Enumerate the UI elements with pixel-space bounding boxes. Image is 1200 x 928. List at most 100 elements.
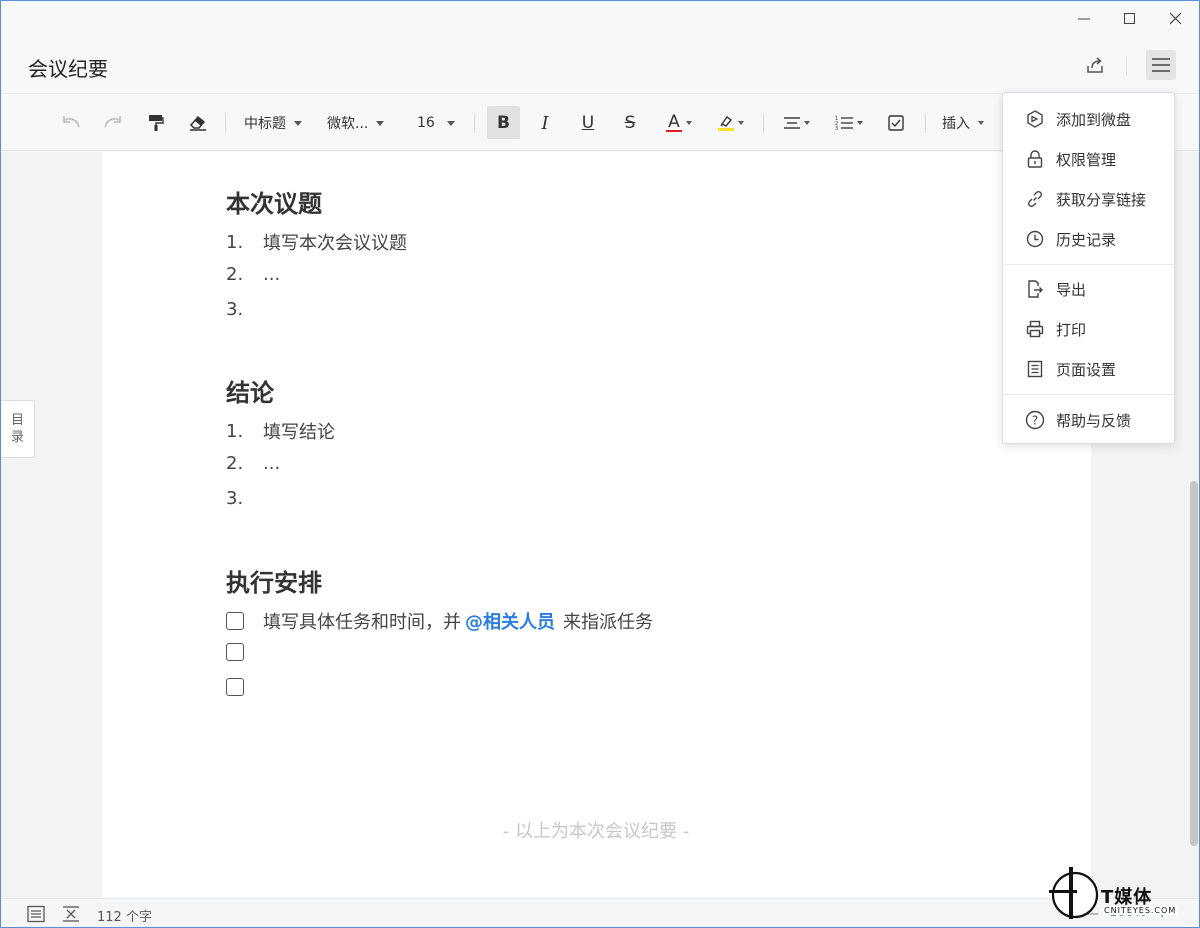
heading-style-select[interactable]: 中标题 bbox=[244, 108, 310, 138]
list-item[interactable]: 3. bbox=[226, 488, 263, 509]
menu-item-label: 帮助与反馈 bbox=[1056, 411, 1132, 430]
menu-item-history[interactable]: 历史记录 bbox=[1003, 221, 1174, 257]
menu-item-add-to-drive[interactable]: 添加到微盘 bbox=[1003, 101, 1174, 137]
task-item[interactable] bbox=[226, 643, 263, 661]
clear-format-button[interactable] bbox=[184, 108, 212, 138]
list-item[interactable]: 3. bbox=[226, 299, 263, 320]
page-width-icon[interactable] bbox=[62, 905, 80, 923]
chevron-down-icon bbox=[446, 120, 455, 126]
strikethrough-button[interactable]: S bbox=[616, 108, 644, 138]
scrollbar-thumb[interactable] bbox=[1190, 481, 1198, 846]
underline-button[interactable]: U bbox=[574, 108, 602, 138]
highlight-button[interactable] bbox=[713, 108, 749, 138]
menu-item-label: 导出 bbox=[1056, 280, 1087, 299]
section-heading[interactable]: 本次议题 bbox=[226, 184, 322, 219]
export-icon bbox=[1024, 278, 1046, 300]
font-family-select[interactable]: 微软... bbox=[327, 108, 393, 138]
align-button[interactable] bbox=[779, 108, 815, 138]
document-title[interactable]: 会议纪要 bbox=[28, 53, 108, 82]
more-menu-button[interactable] bbox=[1146, 50, 1176, 80]
undo-button[interactable] bbox=[57, 108, 85, 138]
section-heading[interactable]: 执行安排 bbox=[226, 563, 322, 598]
font-size-value: 16 bbox=[417, 115, 435, 131]
menu-item-label: 获取分享链接 bbox=[1056, 190, 1147, 209]
numbered-list-button[interactable]: 123 bbox=[831, 108, 867, 138]
toc-label: 录 bbox=[10, 430, 24, 445]
font-size-select[interactable]: 16 bbox=[417, 108, 461, 138]
format-painter-button[interactable] bbox=[142, 108, 170, 138]
watermark-subtext: CNITEYES.COM bbox=[1102, 906, 1179, 915]
menu-item-label: 打印 bbox=[1056, 320, 1087, 339]
svg-text:3: 3 bbox=[835, 126, 838, 131]
font-family-value: 微软... bbox=[327, 116, 369, 132]
outline-icon[interactable] bbox=[27, 905, 45, 923]
highlight-swatch bbox=[718, 128, 734, 131]
menu-item-permissions[interactable]: 权限管理 bbox=[1003, 141, 1174, 177]
list-text: ... bbox=[263, 264, 281, 285]
toolbar-separator bbox=[763, 113, 764, 133]
menu-item-print[interactable]: 打印 bbox=[1003, 311, 1174, 347]
share-icon bbox=[1087, 57, 1103, 73]
heading-style-value: 中标题 bbox=[244, 116, 286, 132]
list-text: ... bbox=[263, 453, 281, 474]
close-icon bbox=[1170, 13, 1182, 25]
maximize-button[interactable] bbox=[1107, 1, 1153, 37]
list-number: 1. bbox=[226, 420, 244, 442]
font-color-swatch bbox=[666, 130, 682, 132]
menu-item-share-link[interactable]: 获取分享链接 bbox=[1003, 181, 1174, 217]
list-number: 3. bbox=[226, 488, 244, 509]
menu-item-export[interactable]: 导出 bbox=[1003, 271, 1174, 307]
share-button[interactable] bbox=[1081, 51, 1109, 79]
insert-menu[interactable]: 插入 bbox=[942, 108, 994, 138]
help-icon: ? bbox=[1024, 409, 1046, 431]
svg-text:?: ? bbox=[1032, 414, 1038, 428]
task-text: 来指派任务 bbox=[563, 612, 653, 633]
list-item[interactable]: 2.... bbox=[226, 264, 280, 285]
cube-icon bbox=[1024, 108, 1046, 130]
menu-item-label: 历史记录 bbox=[1056, 230, 1117, 249]
menu-item-page-setup[interactable]: 页面设置 bbox=[1003, 351, 1174, 387]
insert-label: 插入 bbox=[942, 116, 970, 132]
menu-separator bbox=[1003, 394, 1174, 395]
menu-item-help[interactable]: ? 帮助与反馈 bbox=[1003, 402, 1174, 438]
bold-button[interactable]: B bbox=[487, 106, 520, 139]
chevron-down-icon bbox=[376, 120, 385, 126]
checklist-button[interactable] bbox=[882, 108, 910, 138]
app-window: 会议纪要 中标题 微软... 16 B I U S A 1 2 3 插入 目 录… bbox=[0, 0, 1200, 928]
toc-label: 目 bbox=[10, 413, 24, 428]
toolbar-separator bbox=[474, 113, 475, 133]
task-item[interactable]: 填写具体任务和时间，并 @相关人员 来指派任务 bbox=[226, 608, 653, 634]
window-controls bbox=[1061, 1, 1199, 37]
list-number: 3. bbox=[226, 299, 244, 320]
toc-toggle[interactable]: 目 录 bbox=[1, 400, 35, 458]
highlighter-icon bbox=[720, 116, 733, 127]
align-icon bbox=[784, 117, 800, 129]
task-item[interactable] bbox=[226, 678, 263, 696]
task-checkbox[interactable] bbox=[226, 612, 244, 630]
list-item[interactable]: 1. 填写结论 bbox=[226, 418, 335, 444]
task-checkbox[interactable] bbox=[226, 678, 244, 696]
checkbox-icon bbox=[888, 115, 904, 131]
mention-link[interactable]: @相关人员 bbox=[465, 608, 555, 634]
undo-icon bbox=[63, 116, 80, 128]
redo-icon bbox=[104, 116, 121, 128]
close-button[interactable] bbox=[1153, 1, 1199, 37]
numbered-list-icon: 123 bbox=[835, 116, 853, 131]
menu-item-label: 添加到微盘 bbox=[1056, 110, 1132, 129]
list-item[interactable]: 1. 填写本次会议议题 bbox=[226, 229, 407, 255]
chevron-down-icon bbox=[978, 121, 984, 125]
chevron-down-icon bbox=[804, 121, 810, 125]
chevron-down-icon bbox=[857, 121, 863, 125]
redo-button[interactable] bbox=[99, 108, 127, 138]
list-number: 2. bbox=[226, 264, 244, 285]
document-ending: - 以上为本次会议纪要 - bbox=[502, 821, 690, 842]
minimize-button[interactable] bbox=[1061, 1, 1107, 37]
section-heading[interactable]: 结论 bbox=[226, 373, 274, 408]
list-text: 填写本次会议议题 bbox=[263, 233, 407, 254]
font-color-button[interactable]: A bbox=[661, 108, 697, 138]
task-checkbox[interactable] bbox=[226, 643, 244, 661]
italic-button[interactable]: I bbox=[531, 108, 559, 138]
word-count: 112 个字 bbox=[97, 910, 152, 925]
page-icon bbox=[1024, 358, 1046, 380]
list-item[interactable]: 2.... bbox=[226, 453, 280, 474]
